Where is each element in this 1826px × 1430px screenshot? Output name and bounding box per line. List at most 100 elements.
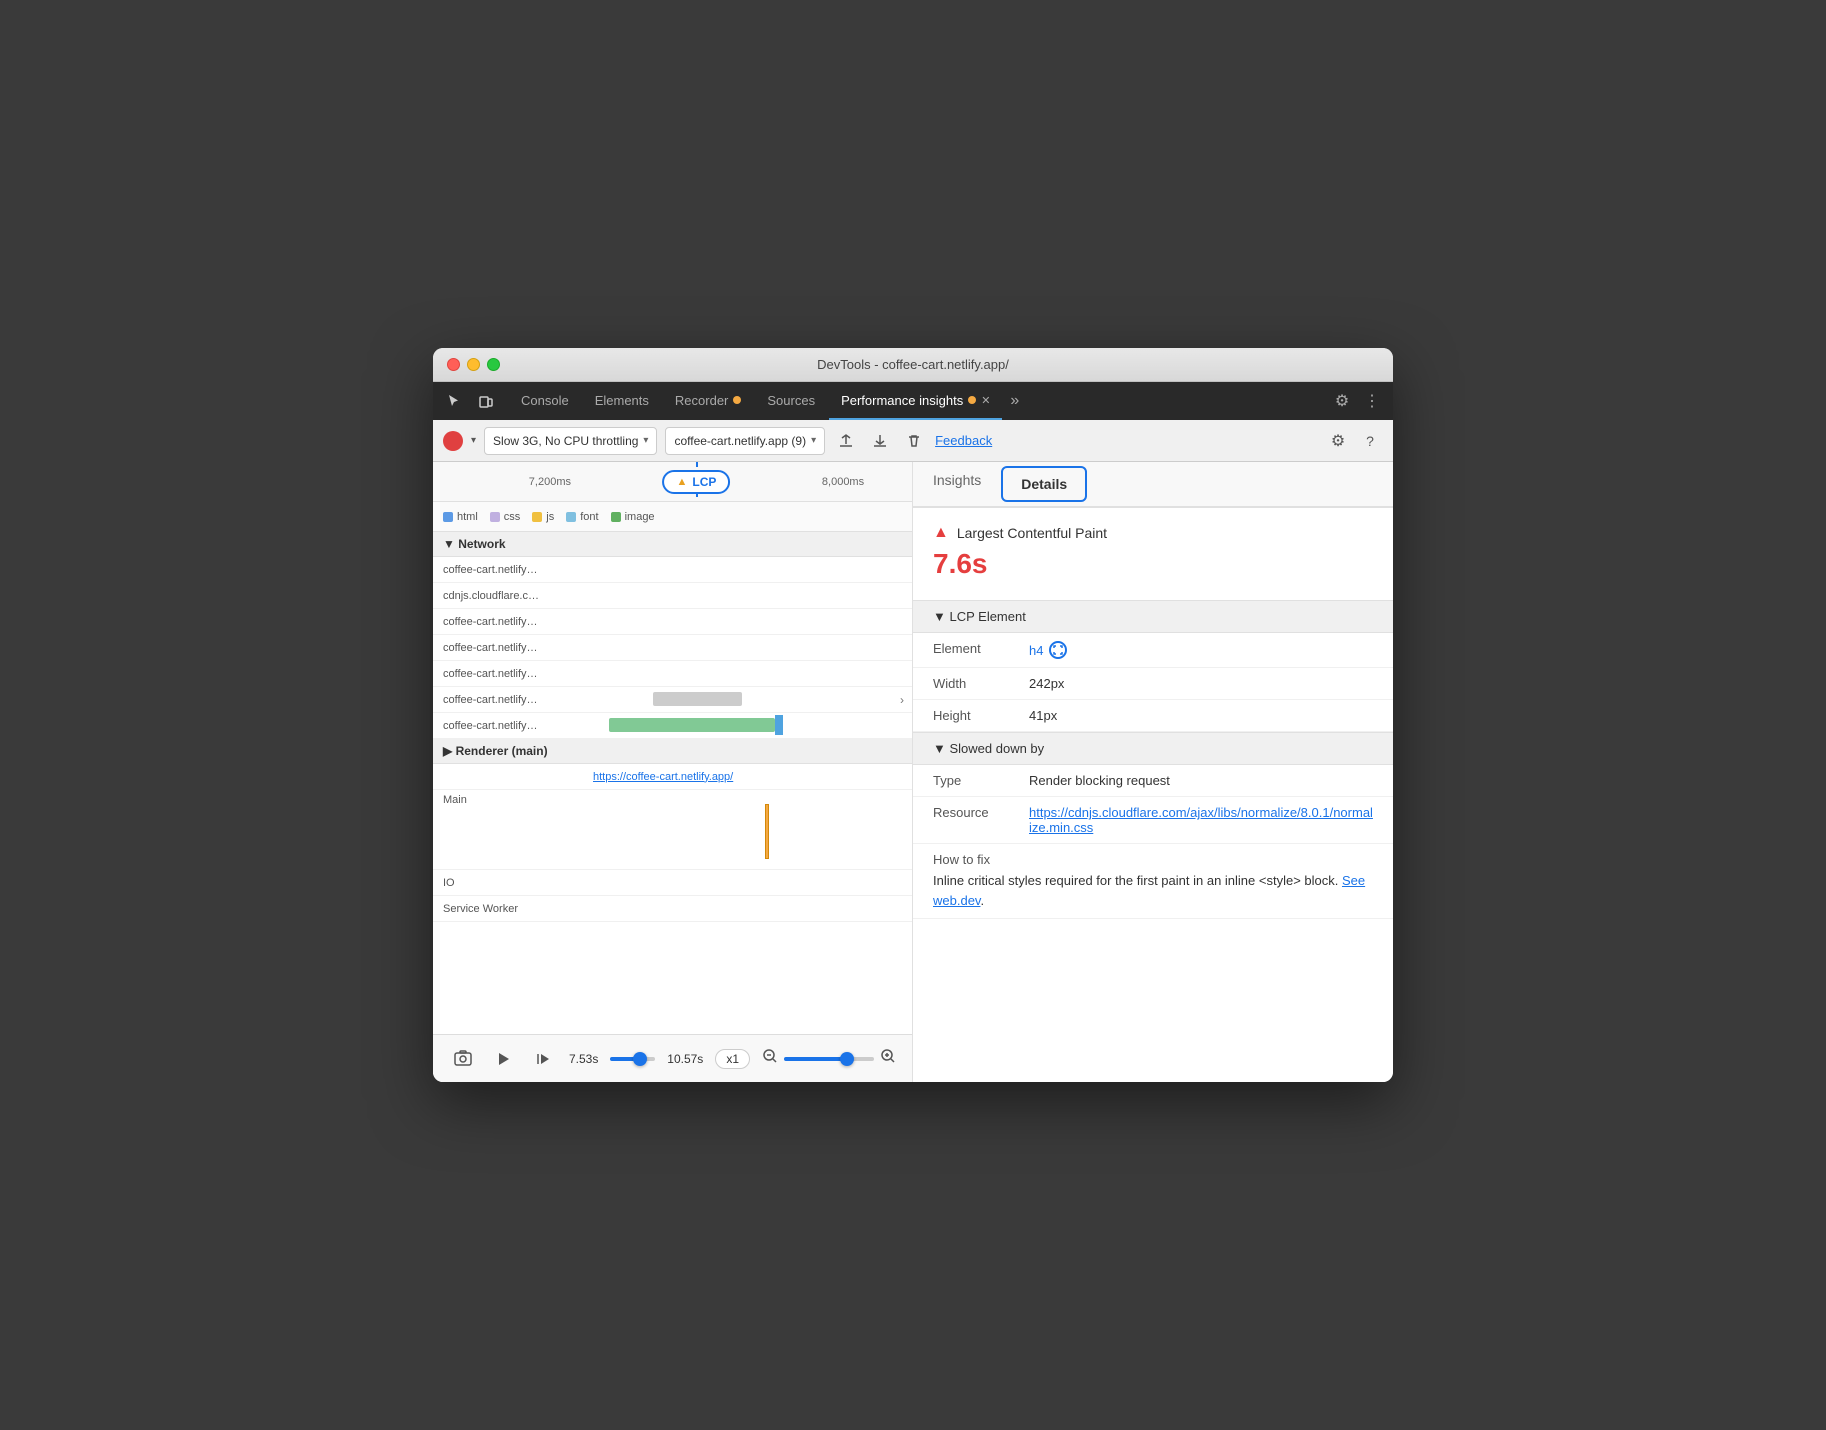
- record-button[interactable]: [443, 431, 463, 451]
- tab-details-wrapper: Details: [1001, 462, 1087, 506]
- timeline-slider[interactable]: [610, 1057, 655, 1061]
- table-row: coffee-cart.netlify…: [433, 713, 912, 739]
- download-icon[interactable]: [867, 428, 893, 454]
- tab-overflow-button[interactable]: »: [1004, 392, 1025, 410]
- feedback-link[interactable]: Feedback: [935, 433, 992, 448]
- html-dot: [443, 512, 453, 522]
- devtools-tab-icons: [441, 388, 499, 414]
- tab-recorder[interactable]: Recorder: [663, 382, 753, 420]
- network-bar-blue: [775, 715, 783, 735]
- lcp-warning-icon: ▲: [676, 476, 687, 488]
- url-selector[interactable]: coffee-cart.netlify.app (9) ▾: [665, 427, 825, 455]
- table-row: coffee-cart.netlify…: [433, 557, 912, 583]
- legend-js: js: [532, 511, 554, 523]
- bar-container: [593, 896, 912, 922]
- legend-css: css: [490, 511, 521, 523]
- renderer-section-header[interactable]: ▶ Renderer (main): [433, 739, 912, 764]
- see-web-dev-link[interactable]: See web.dev: [933, 873, 1365, 908]
- bar-container: [593, 635, 912, 661]
- tab-details[interactable]: Details: [1001, 466, 1087, 502]
- slider-thumb[interactable]: [633, 1052, 647, 1066]
- toolbar: ▾ Slow 3G, No CPU throttling ▾ coffee-ca…: [433, 420, 1393, 462]
- bar-container: [593, 713, 912, 739]
- lcp-height-row: Height 41px: [913, 700, 1393, 732]
- screenshot-toggle-button[interactable]: [449, 1045, 477, 1073]
- right-panel: Insights Details ▲ Largest Contentful Pa…: [913, 462, 1393, 1082]
- legend-html: html: [443, 511, 478, 523]
- lcp-element-row: Element h4: [913, 633, 1393, 668]
- tab-performance-insights[interactable]: Performance insights ✕: [829, 382, 1002, 420]
- insight-title-row: ▲ Largest Contentful Paint: [933, 524, 1373, 542]
- settings-icon[interactable]: ⚙: [1329, 388, 1355, 414]
- more-options-icon[interactable]: ⋮: [1359, 388, 1385, 414]
- slider-track: [610, 1057, 655, 1061]
- legend-row: html css js font image: [433, 502, 912, 532]
- tab-insights[interactable]: Insights: [913, 462, 1001, 508]
- tab-console[interactable]: Console: [509, 382, 581, 420]
- device-mode-icon[interactable]: [473, 388, 499, 414]
- how-to-fix-text: Inline critical styles required for the …: [933, 871, 1373, 910]
- speed-badge[interactable]: x1: [715, 1049, 750, 1069]
- renderer-url-link[interactable]: https://coffee-cart.netlify.app/: [593, 771, 733, 783]
- url-arrow-icon: ▾: [811, 435, 816, 446]
- zoom-slider-track[interactable]: [784, 1057, 874, 1061]
- resource-link[interactable]: https://cdnjs.cloudflare.com/ajax/libs/n…: [1029, 805, 1373, 835]
- table-row: cdnjs.cloudflare.c…: [433, 583, 912, 609]
- devtools-window: DevTools - coffee-cart.netlify.app/ Cons…: [433, 348, 1393, 1082]
- bottom-timeline: 7.53s 10.57s x1: [433, 1034, 912, 1082]
- chevron-right-icon[interactable]: ›: [892, 693, 912, 707]
- zoom-controls: [762, 1048, 896, 1069]
- minimize-button[interactable]: [467, 358, 480, 371]
- bar-container: [593, 557, 912, 583]
- lcp-width-row: Width 242px: [913, 668, 1393, 700]
- zoom-out-icon[interactable]: [762, 1048, 778, 1069]
- element-inspect-icon[interactable]: [1049, 641, 1067, 659]
- lcp-marker-badge[interactable]: ▲ LCP: [662, 470, 730, 494]
- tab-sources[interactable]: Sources: [755, 382, 827, 420]
- record-dropdown-arrow[interactable]: ▾: [471, 435, 476, 446]
- delete-icon[interactable]: [901, 428, 927, 454]
- close-button[interactable]: [447, 358, 460, 371]
- insight-title-text: Largest Contentful Paint: [957, 525, 1107, 541]
- network-section: ▼ Network coffee-cart.netlify… cdnjs.clo…: [433, 532, 912, 1034]
- slowed-down-section-header[interactable]: ▼ Slowed down by: [913, 732, 1393, 765]
- js-dot: [532, 512, 542, 522]
- table-row: coffee-cart.netlify…: [433, 609, 912, 635]
- main-thread-bar: [765, 804, 769, 859]
- table-row: coffee-cart.netlify…: [433, 661, 912, 687]
- traffic-lights: [447, 358, 500, 371]
- insight-lcp: ▲ Largest Contentful Paint 7.6s: [913, 508, 1393, 600]
- font-dot: [566, 512, 576, 522]
- recorder-badge: [733, 396, 741, 404]
- devtools-tab-bar: Console Elements Recorder Sources Perfor…: [433, 382, 1393, 420]
- bar-container: [593, 687, 892, 713]
- type-row: Type Render blocking request: [913, 765, 1393, 797]
- timeline-header: 7,200ms ▲ LCP 8,000ms: [433, 462, 912, 502]
- cursor-icon[interactable]: [441, 388, 467, 414]
- table-row: coffee-cart.netlify…: [433, 635, 912, 661]
- main-content: 7,200ms ▲ LCP 8,000ms html c: [433, 462, 1393, 1082]
- upload-icon[interactable]: [833, 428, 859, 454]
- network-section-header[interactable]: ▼ Network: [433, 532, 912, 557]
- zoom-slider-thumb[interactable]: [840, 1052, 854, 1066]
- close-tab-icon[interactable]: ✕: [981, 394, 990, 407]
- zoom-in-icon[interactable]: [880, 1048, 896, 1069]
- tab-elements[interactable]: Elements: [583, 382, 661, 420]
- lcp-element-section-header[interactable]: ▼ LCP Element: [913, 600, 1393, 633]
- title-bar: DevTools - coffee-cart.netlify.app/: [433, 348, 1393, 382]
- skip-to-start-button[interactable]: [529, 1045, 557, 1073]
- element-value: h4: [1029, 641, 1067, 659]
- end-time-label: 10.57s: [667, 1052, 703, 1066]
- maximize-button[interactable]: [487, 358, 500, 371]
- help-icon[interactable]: ?: [1357, 428, 1383, 454]
- network-throttle-select[interactable]: Slow 3G, No CPU throttling ▾: [484, 427, 657, 455]
- lcp-value: 7.6s: [933, 548, 1373, 580]
- gear-icon[interactable]: ⚙: [1325, 428, 1351, 454]
- bar-container: [593, 870, 912, 896]
- right-tabs: Insights Details: [913, 462, 1393, 508]
- play-button[interactable]: [489, 1045, 517, 1073]
- bar-container: [593, 661, 912, 687]
- lcp-warning-icon: ▲: [933, 524, 949, 542]
- renderer-sw-row: Service Worker: [433, 896, 912, 922]
- renderer-url-row: https://coffee-cart.netlify.app/: [433, 764, 912, 790]
